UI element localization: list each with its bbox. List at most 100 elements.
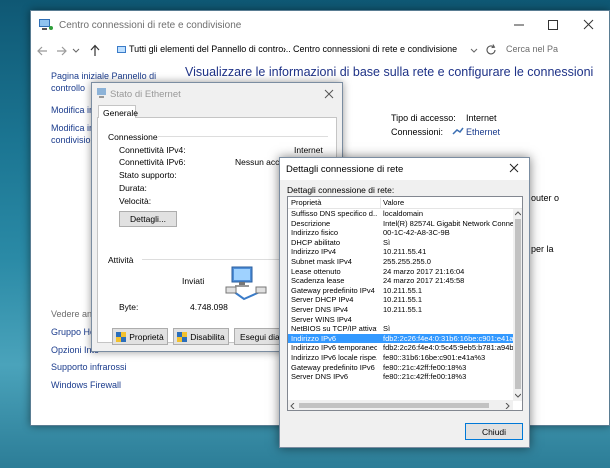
table-row[interactable]: Indirizzo IPv6 fdb2:2c26:f4e4:0:31b6:16be… xyxy=(288,333,513,344)
row-property: Server DHCP IPv4 xyxy=(291,295,354,305)
window-title: Centro connessioni di rete e condivision… xyxy=(59,20,242,31)
search-placeholder: Cerca nel Pa xyxy=(506,44,559,54)
table-row[interactable]: Scadenza lease 24 marzo 2017 21:45:58 xyxy=(288,276,513,286)
maximize-button[interactable] xyxy=(538,15,568,35)
navigation-bar: Tutti gli elementi del Pannello di contr… xyxy=(31,40,609,62)
button-label: Disabilita xyxy=(190,331,225,342)
close-icon[interactable] xyxy=(324,89,334,99)
table-row[interactable]: Gateway predefinito IPv4 10.211.55.1 xyxy=(288,286,513,296)
row-value: 10.211.55.41 xyxy=(383,247,427,257)
table-row[interactable]: Subnet mask IPv4 255.255.255.0 xyxy=(288,257,513,267)
dialog-title-bar[interactable]: Dettagli connessione di rete xyxy=(280,158,529,180)
table-row[interactable]: Indirizzo IPv4 10.211.55.41 xyxy=(288,247,513,257)
table-row[interactable]: Descrizione Intel(R) 82574L Gigabit Netwo… xyxy=(288,219,513,229)
disable-button[interactable]: Disabilita xyxy=(173,328,229,345)
row-value: 24 marzo 2017 21:16:04 xyxy=(383,266,465,276)
scroll-up-icon[interactable] xyxy=(515,211,521,216)
minimize-button[interactable] xyxy=(504,15,534,35)
row-value: 10.211.55.1 xyxy=(383,305,423,314)
back-arrow-icon[interactable] xyxy=(37,45,49,57)
column-separator[interactable] xyxy=(380,198,381,208)
row-property: Gateway predefinito IPv6 xyxy=(291,362,375,372)
horizontal-scrollbar[interactable] xyxy=(288,400,513,410)
ethernet-icon xyxy=(452,127,464,135)
sent-label: Inviati xyxy=(182,276,205,286)
row-property: Suffisso DNS specifico d... xyxy=(291,209,377,218)
button-label: Proprietà xyxy=(129,331,164,342)
close-icon xyxy=(583,19,594,30)
column-header-value[interactable]: Valore xyxy=(383,198,513,207)
row-property: Scadenza lease xyxy=(291,276,345,286)
table-row[interactable]: NetBIOS su TCP/IP attivato Sì xyxy=(288,324,513,334)
dialog-title: Stato di Ethernet xyxy=(110,89,181,100)
truncated-text: per la xyxy=(531,244,554,254)
table-row[interactable]: Suffisso DNS specifico d... localdomain xyxy=(288,209,513,219)
breadcrumb-separator-icon[interactable]: › xyxy=(283,44,286,54)
table-row[interactable]: Server DNS IPv6 fe80::21c:42ff:fe00:18%3 xyxy=(288,372,513,382)
duration-label: Durata: xyxy=(119,183,147,193)
details-list[interactable]: Proprietà Valore Suffisso DNS specifico … xyxy=(287,196,523,411)
row-value: 24 marzo 2017 21:45:58 xyxy=(383,276,465,286)
table-row[interactable]: DHCP abilitato Sì xyxy=(288,238,513,248)
breadcrumb-item[interactable]: Centro connessioni di rete e condivision… xyxy=(293,44,457,54)
row-value: fe80::21c:42ff:fe00:18%3 xyxy=(383,372,467,382)
access-type-value: Internet xyxy=(466,113,497,123)
access-type-label: Tipo di accesso: xyxy=(391,113,456,123)
table-row[interactable]: Indirizzo IPv6 locale rispe... fe80::31b6… xyxy=(288,353,513,363)
scroll-right-icon[interactable] xyxy=(505,403,510,409)
properties-button[interactable]: Proprietà xyxy=(112,328,168,345)
row-property: Indirizzo IPv6 temporaneo xyxy=(291,343,377,353)
maximize-icon xyxy=(548,20,558,30)
sidebar-link-windows-firewall[interactable]: Windows Firewall xyxy=(51,379,121,391)
speed-label: Velocità: xyxy=(119,196,152,206)
scroll-thumb[interactable] xyxy=(515,219,521,389)
row-value: fdb2:2c26:f4e4:0:5c45:9eb5:b781:a94b xyxy=(383,343,513,353)
network-activity-icon xyxy=(225,266,267,301)
scroll-down-icon[interactable] xyxy=(515,393,521,398)
scroll-left-icon[interactable] xyxy=(290,403,295,409)
table-row[interactable]: Server DHCP IPv4 10.211.55.1 xyxy=(288,295,513,305)
row-value: fe80::31b6:16be:c901:e41a%3 xyxy=(383,353,486,362)
table-row[interactable]: Server WINS IPv4 xyxy=(288,315,513,325)
truncated-text: outer o xyxy=(531,193,560,203)
minimize-icon xyxy=(514,24,524,26)
scroll-thumb[interactable] xyxy=(299,403,489,408)
column-header-property[interactable]: Proprietà xyxy=(291,198,377,207)
table-row[interactable]: Server DNS IPv4 10.211.55.1 xyxy=(288,305,513,315)
breadcrumb-item[interactable]: Tutti gli elementi del Pannello di contr… xyxy=(129,44,291,54)
media-state-label: Stato supporto: xyxy=(119,170,177,180)
row-property: Indirizzo IPv6 xyxy=(291,333,337,343)
ipv4-connectivity-value: Internet xyxy=(294,145,323,155)
row-value: Sì xyxy=(383,237,391,247)
close-button[interactable]: Chiudi xyxy=(465,423,523,440)
row-property: Descrizione xyxy=(291,218,331,228)
ipv6-connectivity-label: Connettività IPv6: xyxy=(119,157,186,167)
row-property: Subnet mask IPv4 xyxy=(291,257,352,266)
refresh-icon[interactable] xyxy=(485,44,497,56)
table-row[interactable]: Indirizzo fisico 00-1C-42-A8-3C-9B xyxy=(288,228,513,238)
table-row[interactable]: Gateway predefinito IPv6 fe80::21c:42ff:f… xyxy=(288,363,513,373)
details-button[interactable]: Dettagli... xyxy=(119,211,177,227)
title-bar[interactable]: Centro connessioni di rete e condivision… xyxy=(31,11,609,39)
sidebar-link-infrared[interactable]: Supporto infrarossi xyxy=(51,361,127,373)
close-icon[interactable] xyxy=(509,163,519,173)
forward-arrow-icon[interactable] xyxy=(55,45,67,57)
row-property: Indirizzo IPv4 xyxy=(291,247,337,257)
row-value: 00-1C-42-A8-3C-9B xyxy=(383,228,450,238)
control-panel-icon xyxy=(117,46,126,53)
connection-section-heading: Connessione xyxy=(108,132,158,142)
activity-section-heading: Attività xyxy=(108,255,134,265)
up-arrow-icon[interactable] xyxy=(89,44,101,57)
recent-chevron-icon[interactable] xyxy=(72,47,80,55)
tab-general[interactable]: Generale xyxy=(98,105,138,119)
network-center-icon xyxy=(39,19,53,30)
page-title: Visualizzare le informazioni di base sul… xyxy=(185,65,594,79)
table-row[interactable]: Indirizzo IPv6 temporaneo fdb2:2c26:f4e4:… xyxy=(288,343,513,353)
close-window-button[interactable] xyxy=(574,15,604,35)
address-dropdown-icon[interactable] xyxy=(470,47,478,55)
list-header: Proprietà Valore xyxy=(288,197,522,209)
vertical-scrollbar[interactable] xyxy=(513,209,522,401)
ethernet-connection-link[interactable]: Ethernet xyxy=(466,127,500,137)
table-row[interactable]: Lease ottenuto 24 marzo 2017 21:16:04 xyxy=(288,267,513,277)
sidebar-link-change-adapter[interactable]: Modifica im xyxy=(51,104,97,116)
